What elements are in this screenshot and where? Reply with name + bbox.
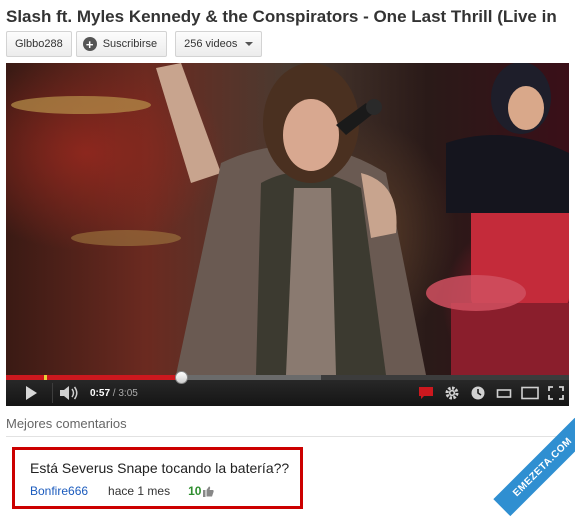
- chevron-down-icon: [245, 42, 254, 46]
- videos-dropdown-button[interactable]: 256 videos: [175, 31, 263, 57]
- control-divider: [52, 383, 53, 403]
- videos-count-label: 256 videos: [184, 38, 238, 50]
- settings-button[interactable]: [439, 380, 465, 406]
- comment-time: hace 1 mes: [108, 484, 171, 498]
- progress-marker: [44, 375, 47, 380]
- watermark-text: EMEZETA.COM: [510, 435, 575, 499]
- site-watermark: EMEZETA.COM: [493, 417, 575, 517]
- video-title-bar: Slash ft. Myles Kennedy & the Conspirato…: [6, 6, 575, 30]
- best-comments-heading: Mejores comentarios: [6, 416, 127, 431]
- current-time: 0:57: [90, 388, 111, 399]
- comment-text: Está Severus Snape tocando la batería??: [30, 460, 290, 476]
- time-display: 0:57 / 3:05: [90, 388, 138, 399]
- channel-name: Glbbo288: [15, 38, 63, 50]
- channel-name-button[interactable]: Glbbo288: [6, 31, 72, 57]
- subscribe-button[interactable]: + Suscribirse: [75, 31, 168, 57]
- comment-likes: 10: [188, 484, 202, 498]
- annotations-button[interactable]: [413, 380, 439, 406]
- video-player[interactable]: 0:57 / 3:05: [6, 63, 569, 406]
- large-player-button[interactable]: [517, 380, 543, 406]
- section-divider: [6, 436, 575, 437]
- subscribe-label: Suscribirse: [102, 38, 158, 50]
- gear-icon: [445, 386, 459, 400]
- play-icon[interactable]: [26, 386, 37, 400]
- video-still-image: [11, 63, 569, 375]
- fullscreen-icon: [548, 386, 564, 400]
- fullscreen-button[interactable]: [543, 380, 569, 406]
- time-separator: /: [112, 388, 116, 399]
- volume-icon[interactable]: [60, 386, 80, 400]
- comment-author-link[interactable]: Bonfire666: [30, 484, 88, 498]
- watch-later-button[interactable]: [465, 380, 491, 406]
- video-frame[interactable]: [6, 63, 569, 375]
- video-title: Slash ft. Myles Kennedy & the Conspirato…: [6, 7, 557, 26]
- watch-later-icon: [471, 386, 485, 400]
- right-controls: [413, 380, 569, 406]
- progress-played: [6, 375, 181, 380]
- comment-meta: Bonfire666 hace 1 mes 10: [30, 484, 215, 498]
- thumbs-up-icon[interactable]: [203, 486, 215, 497]
- small-player-icon: [496, 389, 512, 398]
- top-comment: Está Severus Snape tocando la batería?? …: [12, 447, 303, 509]
- duration: 3:05: [118, 388, 138, 399]
- progress-scrubber-handle[interactable]: [174, 371, 188, 384]
- small-player-button[interactable]: [491, 380, 517, 406]
- plus-icon: +: [82, 37, 97, 51]
- large-player-icon: [521, 386, 539, 400]
- annotations-icon: [419, 387, 433, 399]
- player-controls: 0:57 / 3:05: [6, 371, 569, 406]
- channel-row: Glbbo288 + Suscribirse 256 videos: [6, 31, 263, 57]
